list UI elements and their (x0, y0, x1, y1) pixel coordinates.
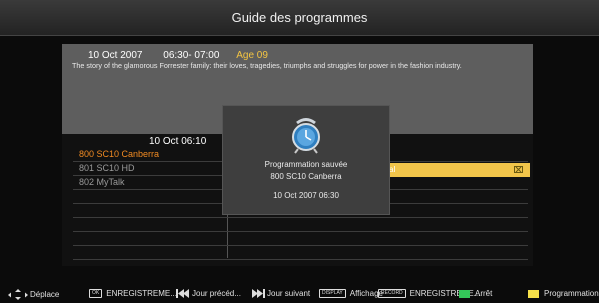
channel-row[interactable] (73, 246, 528, 260)
program-cell-selected[interactable]: ital (381, 163, 530, 177)
footer-ok-label: ENREGISTREME... (106, 289, 177, 298)
channel-row[interactable] (73, 232, 528, 246)
dialog-datetime: 10 Oct 2007 06:30 (273, 191, 339, 200)
footer-yellow-label: Programmation (544, 289, 599, 298)
program-description: The story of the glamorous Forrester fam… (72, 61, 462, 70)
footer-display: DISPLAY Affichage (319, 289, 383, 298)
footer-prev-label: Jour précéd... (192, 289, 241, 298)
dialog-channel: 800 SC10 Canberra (270, 172, 342, 181)
footer-next-label: Jour suivant (267, 289, 311, 298)
ok-key-icon: OK (89, 289, 103, 298)
footer-green-label: Arrêt (475, 289, 493, 298)
display-key-icon: DISPLAY (319, 289, 346, 298)
footer-move-label: Déplace (30, 290, 60, 299)
program-info-line: 10 Oct 2007 06:30- 07:00 Age 09 (88, 50, 268, 61)
yellow-key-icon (528, 289, 539, 298)
footer-next-day: Jour suivant (251, 289, 310, 298)
scheduled-record-icon (514, 166, 523, 173)
channel-label: 800 SC10 Canberra (79, 149, 160, 159)
footer-move: Déplace (8, 289, 59, 300)
page-title: Guide des programmes (231, 10, 368, 25)
program-time: 06:30- 07:00 (163, 50, 220, 61)
green-key-icon (459, 289, 470, 298)
skip-back-icon (176, 289, 189, 298)
skip-forward-icon (252, 289, 265, 298)
footer-help-bar: Déplace OK ENREGISTREME... Jour précéd..… (0, 281, 599, 303)
alarm-clock-icon (292, 118, 320, 154)
record-key-icon: RECORD (378, 289, 406, 298)
confirmation-dialog: Programmation sauvée 800 SC10 Canberra 1… (222, 105, 390, 215)
arrow-keys-icon (8, 289, 28, 300)
footer-green: Arrêt (459, 289, 492, 298)
channel-row[interactable] (73, 218, 528, 232)
footer-prev-day: Jour précéd... (176, 289, 241, 298)
program-age-rating: Age 09 (236, 50, 268, 61)
footer-ok: OK ENREGISTREME... (89, 289, 177, 298)
program-date: 10 Oct 2007 (88, 50, 143, 61)
channel-label: 801 SC10 HD (79, 163, 135, 173)
epg-current-datetime: 10 Oct 06:10 (149, 136, 207, 147)
channel-label: 802 MyTalk (79, 177, 125, 187)
dialog-message: Programmation sauvée (264, 160, 348, 169)
title-bar: Guide des programmes (0, 0, 599, 36)
footer-yellow: Programmation (528, 289, 599, 298)
